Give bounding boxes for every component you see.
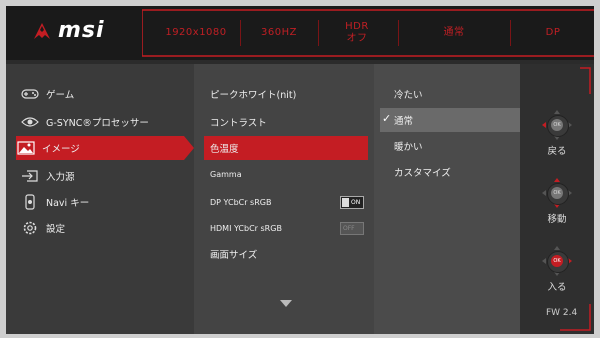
menu-item-label: ゲーム	[46, 90, 75, 101]
option-normal[interactable]: ✓ 通常	[380, 108, 520, 132]
menu-item-image[interactable]: イメージ	[16, 136, 194, 160]
menu-item-label: G-SYNC®プロセッサー	[46, 118, 149, 129]
gear-icon	[20, 220, 40, 236]
ok-label: OK	[551, 187, 563, 199]
brand-name: msi	[58, 18, 105, 43]
dragon-icon	[34, 22, 50, 39]
status-input: DP	[545, 27, 561, 38]
menu-item-label: 設定	[46, 224, 66, 235]
menu-item-label: イメージ	[42, 144, 80, 155]
msi-logo: msi	[32, 18, 105, 43]
status-bar: 1920x1080 360HZ HDR オフ 通常 DP	[142, 10, 594, 56]
nav-move: OK 移動	[520, 178, 594, 225]
menu-item-label: 入力源	[46, 172, 75, 183]
option-cool[interactable]: 冷たい	[380, 82, 520, 106]
osd-header: msi 1920x1080 360HZ HDR オフ 通常 DP	[6, 6, 594, 60]
gsync-icon	[20, 114, 40, 130]
menu-item-label: Navi キー	[46, 198, 90, 209]
navi-key-icon	[20, 194, 40, 210]
option-label: 冷たい	[394, 90, 423, 101]
input-source-icon	[20, 168, 40, 184]
status-hdr-value: オフ	[346, 33, 368, 44]
status-resolution: 1920x1080	[165, 27, 227, 38]
main-menu: ゲーム G-SYNC®プロセッサー イメージ 入力源 Navi キー 設定	[6, 64, 194, 334]
submenu-screen-size[interactable]: 画面サイズ	[204, 242, 368, 266]
submenu-peak-white[interactable]: ピークホワイト(nit)	[204, 82, 368, 106]
image-icon	[16, 140, 36, 156]
gamepad-icon	[20, 86, 40, 102]
nav-enter: OK 入る	[520, 246, 594, 293]
ok-label: OK	[551, 255, 563, 267]
color-temp-options: 冷たい ✓ 通常 暖かい カスタマイズ	[374, 64, 520, 334]
menu-item-game[interactable]: ゲーム	[20, 82, 192, 106]
menu-item-settings[interactable]: 設定	[20, 216, 192, 240]
navigation-hints: OK 戻る OK 移動 OK 入る FW 2.4	[520, 64, 594, 334]
menu-item-gsync[interactable]: G-SYNC®プロセッサー	[20, 110, 192, 134]
hdmi-ycbcr-toggle[interactable]: OFF	[340, 222, 364, 235]
dp-ycbcr-toggle[interactable]: ON	[340, 196, 364, 209]
ok-label: OK	[551, 119, 563, 131]
image-submenu: ピークホワイト(nit) コントラスト 色温度 Gamma DP YCbCr s…	[194, 64, 374, 334]
submenu-label: HDMI YCbCr sRGB	[210, 223, 282, 233]
submenu-contrast[interactable]: コントラスト	[204, 110, 368, 134]
toggle-label: OFF	[343, 225, 355, 232]
submenu-hdmi-ycbcr[interactable]: HDMI YCbCr sRGB OFF	[204, 216, 368, 240]
submenu-label: 色温度	[210, 144, 239, 155]
toggle-label: ON	[351, 199, 361, 206]
option-label: 通常	[394, 116, 414, 127]
nav-back: OK 戻る	[520, 110, 594, 157]
option-label: 暖かい	[394, 142, 423, 153]
osd-screen: msi 1920x1080 360HZ HDR オフ 通常 DP ゲーム G-S…	[6, 6, 594, 334]
option-label: カスタマイズ	[394, 168, 451, 179]
submenu-dp-ycbcr[interactable]: DP YCbCr sRGB ON	[204, 190, 368, 214]
submenu-color-temperature[interactable]: 色温度	[204, 136, 368, 160]
option-custom[interactable]: カスタマイズ	[380, 160, 520, 184]
submenu-label: コントラスト	[210, 118, 267, 129]
submenu-label: ピークホワイト(nit)	[210, 90, 297, 101]
option-warm[interactable]: 暖かい	[380, 134, 520, 158]
submenu-label: Gamma	[210, 169, 242, 179]
menu-item-input-source[interactable]: 入力源	[20, 164, 192, 188]
checkmark-icon: ✓	[382, 112, 392, 125]
submenu-label: DP YCbCr sRGB	[210, 197, 272, 207]
scroll-down-icon[interactable]	[280, 300, 292, 307]
joystick-move-icon: OK	[542, 178, 572, 208]
joystick-enter-icon: OK	[542, 246, 572, 276]
status-hdr-label: HDR	[345, 21, 369, 32]
status-hdr: HDR オフ	[324, 10, 390, 56]
submenu-gamma[interactable]: Gamma	[204, 162, 368, 186]
nav-enter-label: 入る	[547, 282, 567, 293]
status-mode: 通常	[443, 27, 465, 38]
joystick-back-icon: OK	[542, 110, 572, 140]
nav-move-label: 移動	[547, 214, 567, 225]
status-refresh-rate: 360HZ	[261, 27, 297, 38]
menu-item-navi-key[interactable]: Navi キー	[20, 190, 192, 214]
firmware-version: FW 2.4	[546, 308, 578, 318]
nav-back-label: 戻る	[547, 146, 567, 157]
submenu-label: 画面サイズ	[210, 250, 258, 261]
